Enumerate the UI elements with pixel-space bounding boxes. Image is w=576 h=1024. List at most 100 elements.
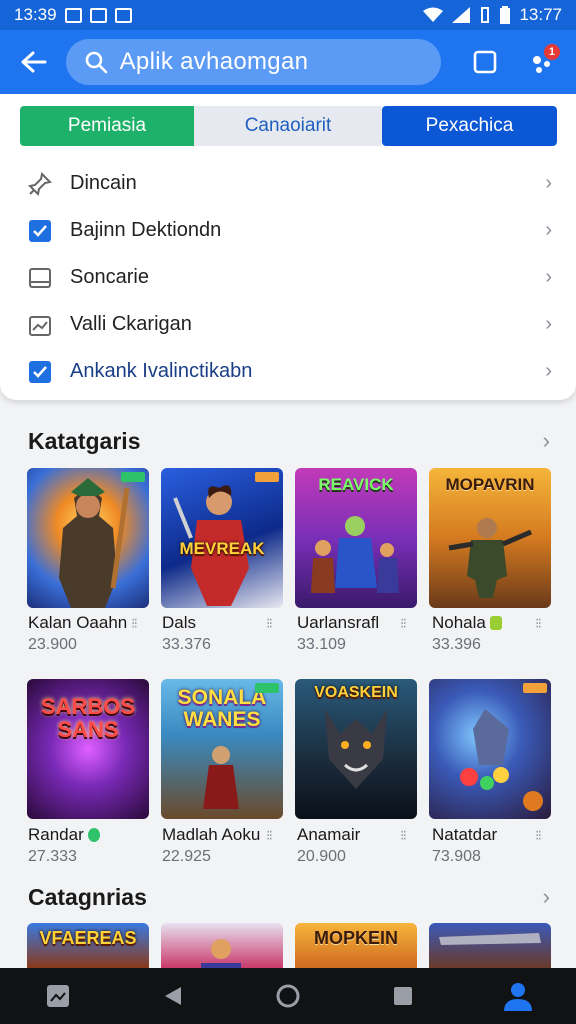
menu-item-label: Dincain bbox=[70, 172, 137, 194]
back-button[interactable] bbox=[12, 40, 56, 84]
more-icon[interactable]: ⁝⁝ bbox=[535, 827, 542, 844]
game-count: 33.376 bbox=[162, 636, 211, 653]
menu-list: Dincain › Bajinn Dektiondn › Soncarie › … bbox=[0, 160, 576, 395]
wifi-icon bbox=[423, 7, 444, 22]
more-icon[interactable]: ⁝⁝ bbox=[266, 827, 273, 844]
game-tile[interactable] bbox=[161, 923, 283, 968]
back-arrow-icon bbox=[21, 51, 47, 73]
tab-2[interactable]: Canaoiarit bbox=[194, 106, 382, 146]
game-count: 23.900 bbox=[28, 636, 77, 653]
tag-badge bbox=[121, 472, 145, 482]
tabs-button[interactable] bbox=[463, 40, 507, 84]
tag-badge bbox=[255, 683, 279, 693]
game-name: Randar bbox=[28, 825, 100, 845]
menu-item-5[interactable]: Ankank Ivalinctikabn › bbox=[0, 348, 576, 395]
game-art bbox=[460, 709, 543, 811]
game-count: 33.396 bbox=[432, 636, 481, 653]
home-button[interactable] bbox=[263, 971, 313, 1021]
menu-item-4[interactable]: Valli Ckarigan › bbox=[0, 301, 576, 348]
notification-badge: 1 bbox=[543, 44, 560, 60]
chevron-right-icon: › bbox=[545, 360, 552, 382]
game-art bbox=[173, 485, 249, 606]
game-count: 27.333 bbox=[28, 848, 77, 865]
game-name: Anamair bbox=[297, 825, 361, 844]
game-tile[interactable]: VFAEREAS bbox=[27, 923, 149, 968]
more-icon[interactable]: ⁝⁝ bbox=[400, 827, 407, 844]
game-art-title: VOASKEIN bbox=[314, 684, 398, 701]
back-nav-button[interactable] bbox=[148, 971, 198, 1021]
chevron-right-icon: › bbox=[545, 313, 552, 335]
game-name: Dals bbox=[162, 613, 197, 632]
game-name-text: Randar bbox=[28, 825, 84, 844]
game-count: 22.925 bbox=[162, 848, 211, 865]
game-art bbox=[201, 939, 241, 968]
notification-icon bbox=[64, 7, 82, 23]
image-icon bbox=[89, 7, 107, 23]
checkbox-icon[interactable] bbox=[28, 219, 52, 243]
menu-item-3[interactable]: Soncarie › bbox=[0, 254, 576, 301]
back-triangle-icon bbox=[164, 987, 181, 1005]
chevron-right-icon: › bbox=[545, 219, 552, 241]
section-title-2: Catagnrias bbox=[28, 884, 147, 910]
game-tile[interactable]: MOPKEIN bbox=[295, 923, 417, 968]
tag-badge bbox=[255, 472, 279, 482]
game-name: Uarlansrafl bbox=[297, 613, 380, 632]
vibrate-icon bbox=[481, 7, 490, 23]
game-tile[interactable] bbox=[429, 679, 551, 819]
overview-button[interactable] bbox=[378, 971, 428, 1021]
profile-button[interactable] bbox=[493, 971, 543, 1021]
game-tile[interactable]: SARBOS SANS bbox=[27, 679, 149, 819]
tab-1[interactable]: Pemiasia bbox=[20, 106, 194, 146]
menu-item-2[interactable]: Bajinn Dektiondn › bbox=[0, 207, 576, 254]
game-art-title: SONALA WANES bbox=[177, 686, 267, 732]
checkbox-icon[interactable] bbox=[28, 360, 52, 384]
game-name-text: Nohala bbox=[432, 613, 486, 632]
game-art-title: VFAEREAS bbox=[39, 928, 137, 948]
game-tile[interactable]: SONALA WANES bbox=[161, 679, 283, 819]
square-icon bbox=[473, 50, 496, 74]
game-art bbox=[439, 933, 541, 945]
status-time-left: 13:39 bbox=[14, 5, 57, 24]
recents-button[interactable] bbox=[33, 971, 83, 1021]
section-title-1: Katatgaris bbox=[28, 428, 141, 454]
app-icon bbox=[114, 7, 132, 23]
battery-icon bbox=[500, 6, 511, 24]
search-bar[interactable]: Aplik avhaomgan bbox=[65, 39, 441, 85]
game-count: 33.109 bbox=[297, 636, 346, 653]
game-tile[interactable]: VOASKEIN bbox=[295, 679, 417, 819]
more-button[interactable]: 1 bbox=[520, 40, 564, 84]
chart-icon bbox=[28, 313, 52, 337]
chevron-right-icon[interactable]: › bbox=[543, 428, 550, 454]
game-name: Natatdar bbox=[432, 825, 498, 844]
game-art-title: SARBOS SANS bbox=[40, 694, 136, 743]
game-tile[interactable] bbox=[429, 923, 551, 968]
chevron-right-icon: › bbox=[545, 266, 552, 288]
game-tile[interactable]: REAVICK bbox=[295, 468, 417, 608]
game-name: Madlah Aoku bbox=[162, 825, 261, 844]
more-icon[interactable]: ⁝⁝ bbox=[535, 615, 542, 632]
game-tile[interactable]: MEVREAK bbox=[161, 468, 283, 608]
chevron-right-icon[interactable]: › bbox=[543, 884, 550, 910]
menu-item-label: Soncarie bbox=[70, 266, 149, 288]
pin-icon bbox=[28, 171, 52, 196]
segmented-tabs: Pemiasia Canaoiarit Pexachica bbox=[20, 106, 557, 146]
status-bar: 13:39 13:77 bbox=[0, 0, 576, 30]
person-icon bbox=[504, 983, 533, 1011]
game-tile[interactable] bbox=[27, 468, 149, 608]
tab-3[interactable]: Pexachica bbox=[382, 106, 557, 146]
square-icon bbox=[394, 987, 413, 1005]
more-icon[interactable]: ⁝⁝ bbox=[131, 615, 138, 632]
game-count: 20.900 bbox=[297, 848, 346, 865]
menu-item-label: Valli Ckarigan bbox=[70, 313, 192, 335]
gallery-icon bbox=[46, 985, 69, 1007]
home-circle-icon bbox=[276, 984, 300, 1008]
menu-item-label: Bajinn Dektiondn bbox=[70, 219, 222, 241]
app-bar: Aplik avhaomgan 1 bbox=[0, 30, 576, 94]
game-count: 73.908 bbox=[432, 848, 481, 865]
status-time-right: 13:77 bbox=[519, 5, 562, 24]
game-tile[interactable]: MOPAVRIN bbox=[429, 468, 551, 608]
menu-item-1[interactable]: Dincain › bbox=[0, 160, 576, 207]
more-icon[interactable]: ⁝⁝ bbox=[400, 615, 407, 632]
signal-icon bbox=[452, 7, 471, 23]
more-icon[interactable]: ⁝⁝ bbox=[266, 615, 273, 632]
